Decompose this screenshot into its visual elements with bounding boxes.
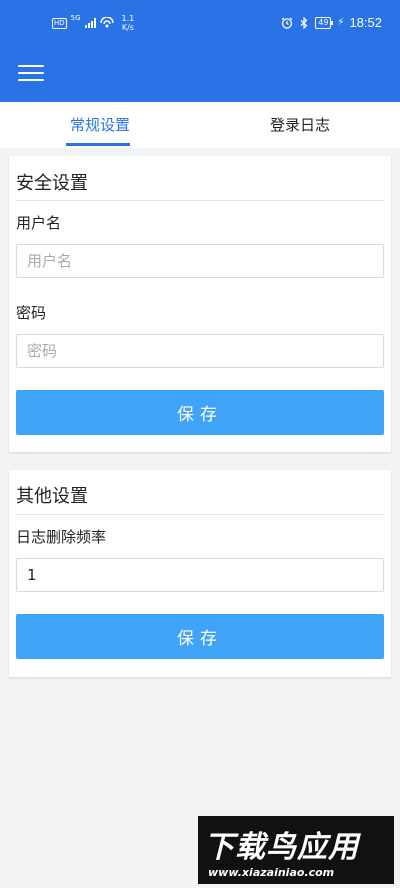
signal-icon [84,18,96,28]
network-speed-unit: K/s [121,23,134,32]
security-settings-card: 安全设置 用户名 密码 保存 [9,156,391,452]
status-bar: HD 5G 1.1 K/s 49 ⚡ 18:52 [0,0,400,48]
watermark-title: 下载鸟应用 [204,830,359,865]
app-bar [0,48,400,102]
log-delete-frequency-label: 日志删除频率 [16,528,107,546]
section-divider [16,514,384,515]
network-type-label: 5G [70,14,81,22]
username-input[interactable] [16,244,384,278]
username-label: 用户名 [16,214,62,232]
clock: 18:52 [349,15,382,30]
tab-general-settings[interactable]: 常规设置 [0,102,200,148]
tab-bar: 常规设置 登录日志 [0,102,400,148]
password-label: 密码 [16,304,47,322]
hd-badge: HD [52,17,67,29]
security-settings-title: 安全设置 [16,173,88,194]
section-divider [16,200,384,201]
network-speed-value: 1.1 [121,14,135,23]
status-right: 49 ⚡ 18:52 [281,15,382,30]
watermark-url: www.xiazainiao.com [208,866,335,879]
other-save-button[interactable]: 保存 [16,614,384,659]
status-left: HD 5G 1.1 K/s [52,14,134,32]
password-input[interactable] [16,334,384,368]
other-settings-card: 其他设置 日志删除频率 保存 [9,470,391,677]
log-delete-frequency-input[interactable] [16,558,384,592]
network-speed: 1.1 K/s [122,14,135,32]
tab-login-log[interactable]: 登录日志 [200,102,400,148]
security-save-button[interactable]: 保存 [16,390,384,435]
bluetooth-icon [300,16,308,29]
hamburger-menu-icon[interactable] [18,62,44,84]
hotspot-icon [99,17,114,28]
battery-icon: 49 [315,16,334,29]
battery-level: 49 [318,17,329,27]
watermark-logo: 下载鸟应用 www.xiazainiao.com [198,816,394,884]
alarm-icon [281,17,293,29]
other-settings-title: 其他设置 [16,486,88,507]
charging-icon: ⚡ [337,17,345,28]
